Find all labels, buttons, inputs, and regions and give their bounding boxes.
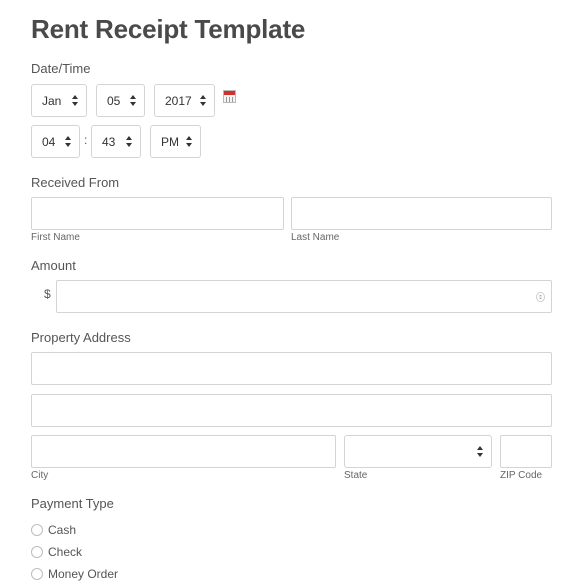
minute-value: 43 (102, 134, 116, 149)
number-stepper-icon[interactable] (536, 292, 545, 302)
day-value: 05 (107, 93, 121, 108)
payment-type-label: Payment Type (31, 496, 114, 511)
year-value: 2017 (165, 93, 192, 108)
received-from-label: Received From (31, 175, 120, 190)
amount-input[interactable] (56, 280, 552, 313)
select-arrows-icon (72, 95, 78, 106)
payment-option-check[interactable]: Check (31, 545, 82, 559)
payment-option-money-order[interactable]: Money Order (31, 567, 118, 581)
currency-symbol: $ (44, 287, 51, 301)
city-sublabel: City (31, 470, 49, 481)
amount-label: Amount (31, 258, 76, 273)
ampm-value: PM (161, 134, 179, 149)
select-arrows-icon (65, 136, 71, 147)
form-title: Rent Receipt Template (31, 14, 306, 44)
zip-sublabel: ZIP Code (500, 470, 543, 481)
address-line1-input[interactable] (31, 352, 552, 385)
state-sublabel: State (344, 470, 368, 481)
payment-option-cash[interactable]: Cash (31, 523, 76, 537)
city-input[interactable] (31, 435, 336, 468)
select-arrows-icon (200, 95, 206, 106)
day-select[interactable]: 05 (96, 84, 145, 117)
calendar-icon[interactable] (223, 90, 236, 103)
payment-option-label: Check (48, 545, 83, 559)
first-name-input[interactable] (31, 197, 284, 230)
last-name-input[interactable] (291, 197, 552, 230)
select-arrows-icon (186, 136, 192, 147)
select-arrows-icon (130, 95, 136, 106)
month-value: Jan (42, 93, 62, 108)
state-select[interactable] (344, 435, 492, 468)
last-name-sublabel: Last Name (291, 232, 340, 243)
payment-option-label: Money Order (48, 567, 119, 581)
radio-button[interactable] (31, 524, 43, 536)
first-name-sublabel: First Name (31, 232, 80, 243)
year-select[interactable]: 2017 (154, 84, 215, 117)
payment-option-label: Cash (48, 523, 77, 537)
zip-input[interactable] (500, 435, 552, 468)
radio-button[interactable] (31, 546, 43, 558)
select-arrows-icon (477, 446, 483, 457)
select-arrows-icon (126, 136, 132, 147)
radio-button[interactable] (31, 568, 43, 580)
minute-select[interactable]: 43 (91, 125, 141, 158)
month-select[interactable]: Jan (31, 84, 87, 117)
address-line2-input[interactable] (31, 394, 552, 427)
datetime-label: Date/Time (31, 61, 91, 76)
hour-select[interactable]: 04 (31, 125, 80, 158)
property-address-label: Property Address (31, 330, 131, 345)
hour-value: 04 (42, 134, 56, 149)
ampm-select[interactable]: PM (150, 125, 201, 158)
time-separator: : (84, 133, 88, 147)
